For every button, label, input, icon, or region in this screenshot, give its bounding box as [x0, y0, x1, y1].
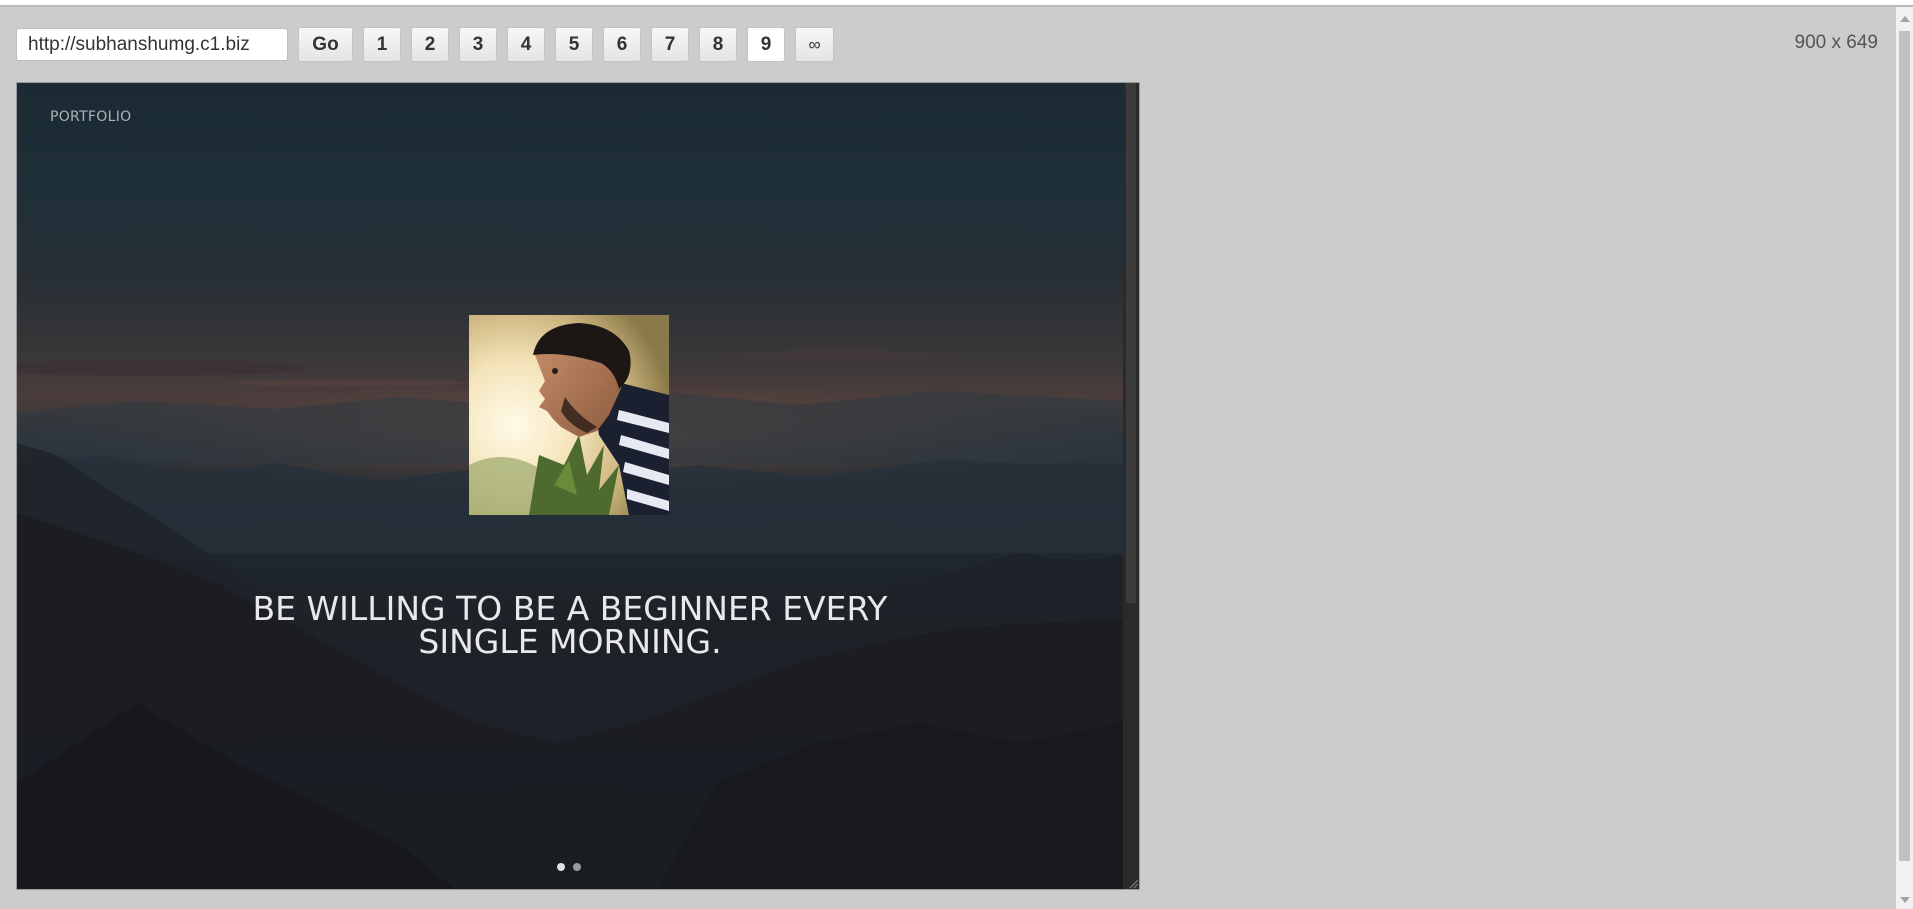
preview-scrollbar-thumb[interactable] — [1126, 83, 1136, 603]
url-input[interactable] — [16, 28, 288, 61]
page-scrollbar-thumb[interactable] — [1899, 31, 1910, 861]
slider-dots — [557, 863, 589, 871]
scroll-up-arrow-icon[interactable] — [1900, 16, 1910, 22]
size-button-4[interactable]: 4 — [507, 27, 545, 62]
scroll-down-arrow-icon[interactable] — [1900, 897, 1910, 903]
page-scrollbar[interactable] — [1896, 7, 1913, 909]
slider-dot-2[interactable] — [573, 863, 581, 871]
hero-quote-line-2: SINGLE MORNING. — [418, 622, 722, 661]
size-button-9[interactable]: 9 — [747, 27, 785, 62]
profile-photo-icon — [469, 315, 669, 515]
site-brand-link[interactable]: PORTFOLIO — [50, 109, 131, 125]
go-button[interactable]: Go — [298, 27, 353, 62]
toolbar: Go 1 2 3 4 5 6 7 8 9 ∞ — [16, 27, 834, 62]
size-button-3[interactable]: 3 — [459, 27, 497, 62]
slider-dot-1[interactable] — [557, 863, 565, 871]
browser-top-border — [0, 0, 1913, 7]
profile-avatar — [469, 315, 669, 515]
size-button-1[interactable]: 1 — [363, 27, 401, 62]
size-button-5[interactable]: 5 — [555, 27, 593, 62]
preview-scrollbar[interactable] — [1123, 83, 1139, 889]
hero-quote-line-1: BE WILLING TO BE A BEGINNER EVERY — [252, 589, 888, 628]
size-button-7[interactable]: 7 — [651, 27, 689, 62]
size-button-infinite[interactable]: ∞ — [795, 27, 834, 62]
size-button-8[interactable]: 8 — [699, 27, 737, 62]
resize-grip-icon[interactable] — [1128, 878, 1138, 888]
size-button-2[interactable]: 2 — [411, 27, 449, 62]
hero-quote: BE WILLING TO BE A BEGINNER EVERY SINGLE… — [207, 592, 933, 658]
viewport-size-label: 900 x 649 — [1794, 32, 1878, 53]
site-preview-frame: PORTFOLIO BE WILLING TO BE A BEGINNER EV… — [16, 82, 1140, 890]
size-button-6[interactable]: 6 — [603, 27, 641, 62]
